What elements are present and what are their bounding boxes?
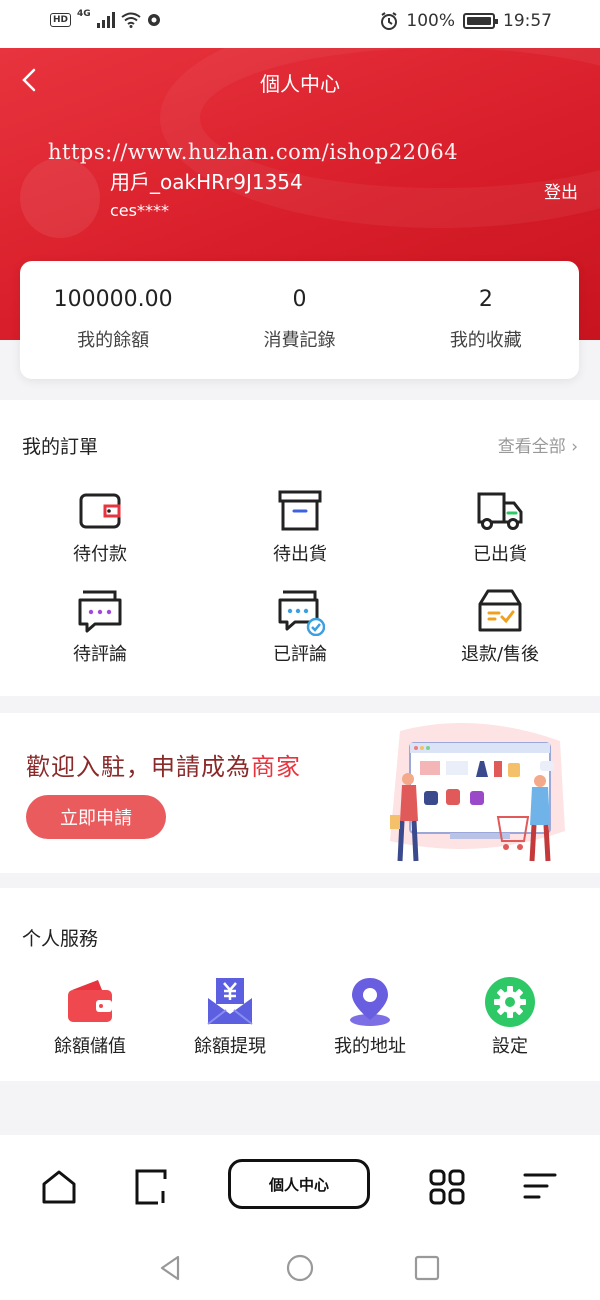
wallet-icon	[79, 493, 121, 529]
grid-label: 退款/售後	[460, 644, 540, 665]
view-all-orders-link[interactable]: 查看全部 ›	[498, 432, 578, 457]
order-reviewed[interactable]: 已評論	[200, 586, 400, 666]
network-label: 4G	[77, 9, 91, 19]
chat-icon	[78, 590, 122, 633]
orders-section: 我的訂單 查看全部 › 待付款 待出貨 已出貨 待評論 已評論 退款/售後	[0, 400, 600, 696]
grid-label: 已出貨	[473, 544, 527, 565]
status-left: HD 4G	[50, 9, 161, 28]
order-pending-shipment[interactable]: 待出貨	[200, 486, 400, 566]
back-triangle-icon[interactable]	[156, 1253, 186, 1283]
recents-square-icon[interactable]	[412, 1253, 442, 1283]
service-address[interactable]: 我的地址	[300, 976, 440, 1058]
nav-categories[interactable]	[427, 1167, 467, 1207]
order-refund[interactable]: 退款/售後	[400, 586, 600, 666]
page: HD 4G 100% 19:57 個人中心 https://www.huzhan…	[0, 0, 600, 1300]
nav-profile-center[interactable]: 個人中心	[228, 1159, 370, 1209]
headline-emphasis: 商家	[251, 753, 301, 781]
grid-label: 已評論	[273, 644, 327, 665]
services-section: 个人服務 餘額儲值 餘額提現 我的地址 設定	[0, 888, 600, 1081]
status-bar: HD 4G 100% 19:57	[0, 0, 600, 48]
yen-envelope-icon	[207, 978, 253, 1025]
merchant-banner: 歡迎入駐，申請成為商家 立即申請	[0, 713, 600, 873]
username: 用戶_oakHRr9J1354	[110, 170, 303, 194]
refund-box-icon	[478, 589, 522, 632]
wifi-icon	[121, 12, 141, 28]
truck-icon	[477, 492, 523, 530]
grid-label: 設定	[492, 1036, 528, 1057]
clock: 19:57	[503, 11, 552, 31]
grid-icon	[429, 1169, 465, 1205]
service-recharge[interactable]: 餘額儲值	[20, 976, 160, 1058]
stat-favorites[interactable]: 2 我的收藏	[393, 261, 579, 379]
stat-label: 消費記錄	[263, 330, 336, 351]
nav-home[interactable]	[39, 1167, 79, 1207]
grid-label: 待評論	[73, 644, 127, 665]
account-id: ces****	[110, 201, 169, 220]
section-title: 个人服務	[22, 928, 99, 950]
grid-label: 餘額提現	[194, 1036, 266, 1057]
avatar-decoration	[20, 158, 100, 238]
battery-icon	[463, 13, 498, 29]
chat-check-icon	[278, 590, 325, 636]
hd-badge: HD	[50, 13, 72, 27]
menu-icon	[523, 1173, 557, 1199]
page-title: 個人中心	[260, 72, 340, 96]
stat-value: 2	[478, 287, 493, 312]
section-title: 我的訂單	[22, 436, 99, 458]
alarm-icon	[381, 12, 398, 30]
battery-percent: 100%	[406, 11, 455, 31]
service-withdraw[interactable]: 餘額提現	[160, 976, 300, 1058]
merchant-headline: 歡迎入駐，申請成為商家	[26, 747, 301, 782]
nav-tablet[interactable]	[132, 1167, 172, 1207]
tablet-icon	[135, 1169, 167, 1205]
stat-label: 我的收藏	[449, 330, 522, 351]
signal-icon	[96, 12, 115, 28]
order-pending-payment[interactable]: 待付款	[0, 486, 200, 566]
services-grid: 餘額儲值 餘額提現 我的地址 設定	[20, 976, 580, 1058]
wallet-red-icon	[68, 980, 112, 1022]
watermark-url: https://www.huzhan.com/ishop22064	[48, 140, 459, 164]
stat-label: 我的餘額	[77, 330, 150, 351]
gear-icon	[485, 977, 535, 1027]
logout-button[interactable]: 登出	[544, 178, 578, 203]
stats-card: 100000.00 我的餘額 0 消費記錄 2 我的收藏	[20, 261, 579, 379]
grid-label: 我的地址	[334, 1036, 406, 1057]
headline-text: 歡迎入駐，申請成為	[26, 753, 251, 781]
order-status-grid: 待付款 待出貨 已出貨 待評論 已評論 退款/售後	[0, 486, 600, 666]
stat-value: 0	[292, 287, 307, 312]
stat-balance[interactable]: 100000.00 我的餘額	[20, 261, 206, 379]
home-icon	[42, 1170, 76, 1204]
status-right: 100% 19:57	[380, 11, 552, 31]
system-nav-bar	[0, 1235, 600, 1300]
shopping-illustration	[390, 723, 565, 862]
grid-label: 待付款	[73, 544, 127, 565]
location-pin-icon	[350, 978, 390, 1026]
nav-menu[interactable]	[520, 1167, 560, 1207]
stat-consumption[interactable]: 0 消費記錄	[206, 261, 392, 379]
grid-label: 餘額儲值	[54, 1036, 126, 1057]
box-icon	[278, 490, 322, 531]
service-settings[interactable]: 設定	[440, 976, 580, 1058]
grid-label: 待出貨	[273, 544, 327, 565]
home-circle-icon[interactable]	[285, 1253, 315, 1283]
order-shipped[interactable]: 已出貨	[400, 486, 600, 566]
bottom-nav: 個人中心	[0, 1135, 600, 1235]
stat-value: 100000.00	[53, 287, 173, 312]
apply-button[interactable]: 立即申請	[26, 795, 166, 839]
location-status-icon	[147, 14, 160, 26]
order-pending-review[interactable]: 待評論	[0, 586, 200, 666]
